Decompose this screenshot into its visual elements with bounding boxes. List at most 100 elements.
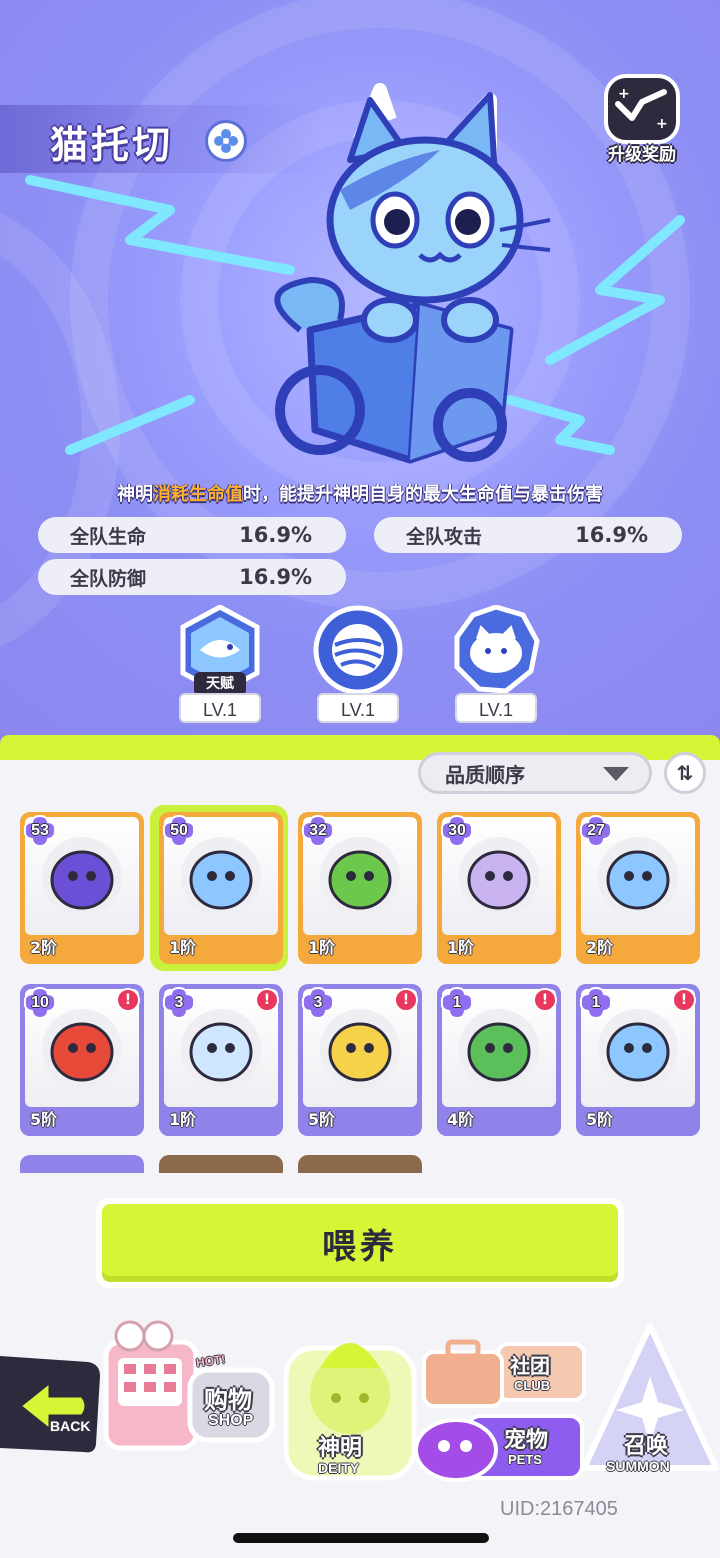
pet-card[interactable]: 5阶 10! [20, 984, 144, 1136]
pet-level-badge: 3 [162, 987, 196, 1019]
deity-label-en: DEITY [318, 1460, 360, 1476]
deity-label: 神明 [318, 1436, 363, 1461]
pet-tier: 2阶 [30, 938, 58, 957]
back-label: BACK [50, 1418, 91, 1434]
pet-card[interactable]: 1阶 3! [159, 984, 283, 1136]
box-cat-pet-artwork [274, 83, 551, 464]
briefcase-icon [422, 1339, 586, 1408]
alert-icon: ! [394, 988, 418, 1012]
pet-tier: 1阶 [169, 1110, 197, 1129]
pet-tier: 1阶 [308, 938, 336, 957]
user-id: UID:2167405 [500, 1498, 618, 1520]
yarn-ball-skill-icon [313, 605, 403, 695]
nav-summon[interactable]: 召唤 SUMMON [580, 1318, 720, 1484]
pet-level-badge: 1 [579, 987, 613, 1019]
pet-card[interactable]: 1阶 32 [298, 812, 422, 964]
pet-level: 27 [587, 822, 605, 839]
cat-skill-icon [454, 605, 540, 694]
club-label-en: CLUB [514, 1378, 551, 1393]
alert-icon: ! [672, 988, 696, 1012]
description-highlight: 消耗生命值 [153, 484, 243, 505]
description-suffix: 时，能提升神明自身的最大生命值与暴击伤害 [243, 484, 603, 505]
pet-level: 53 [31, 822, 49, 839]
pet-level: 32 [309, 822, 327, 839]
nav-deity[interactable]: 神明 DEITY [280, 1318, 420, 1484]
skill-yarn-ball[interactable]: LV.1 [308, 605, 408, 725]
pet-tier: 1阶 [169, 938, 197, 957]
pet-card[interactable]: 5阶 1! [576, 984, 700, 1136]
nav-club[interactable]: 社团 CLUB [418, 1336, 588, 1410]
pet-level: 1 [591, 994, 601, 1011]
pet-level: 3 [174, 994, 184, 1011]
pet-level-badge: 10 [23, 987, 57, 1019]
alert-icon: ! [255, 988, 279, 1012]
shop-label-en: SHOP [208, 1412, 254, 1429]
alert-icon: ! [533, 988, 557, 1012]
sort-selected-label: 品质顺序 [445, 762, 525, 787]
pet-level: 10 [31, 994, 49, 1011]
pet-level-badge: 50 [162, 815, 196, 847]
skill-talent[interactable]: 天赋 LV.1 [170, 605, 270, 725]
pet-card[interactable]: 4阶 1! [437, 984, 561, 1136]
upgrade-reward-label: 升级奖励 [608, 145, 676, 165]
pet-card[interactable]: 1阶 30 [437, 812, 561, 964]
swap-order-icon[interactable]: ⇅ [664, 752, 706, 794]
pet-card-partial[interactable] [298, 1155, 422, 1173]
summon-label-en: SUMMON [606, 1458, 670, 1474]
pets-label-en: PETS [508, 1452, 542, 1467]
pet-level-badge: 1 [440, 987, 474, 1019]
stat-value: 16.9% [239, 523, 312, 547]
pet-level-badge: 3 [301, 987, 335, 1019]
pet-level: 1 [452, 994, 462, 1011]
home-indicator[interactable] [233, 1533, 489, 1543]
pet-card-partial[interactable] [159, 1155, 283, 1173]
pet-tier: 2阶 [586, 938, 614, 957]
description-prefix: 神明 [117, 484, 153, 505]
stat-value: 16.9% [575, 523, 648, 547]
summon-label: 召唤 [624, 1434, 669, 1459]
stat-label: 全队攻击 [406, 525, 483, 548]
pet-card[interactable]: 2阶 53 [20, 812, 144, 964]
nav-shop[interactable]: HOT! 购物 SHOP [100, 1312, 276, 1456]
skill-level: LV.1 [179, 693, 261, 723]
skill-level: LV.1 [317, 693, 399, 723]
pet-hero-panel: 猫托切 + + 升级奖励 神明消耗生命值时，能提升神明自身的最大生命值与暴击伤害… [0, 0, 720, 780]
chevron-down-icon [603, 767, 629, 781]
pet-level-badge: 32 [301, 815, 335, 847]
svg-text:+: + [618, 86, 630, 102]
swap-order-glyph: ⇅ [676, 761, 694, 785]
pet-tier: 5阶 [586, 1110, 614, 1129]
pet-description: 神明消耗生命值时，能提升神明自身的最大生命值与暴击伤害 [0, 480, 720, 506]
pet-tier: 1阶 [447, 938, 475, 957]
pet-card-partial[interactable] [20, 1155, 144, 1173]
pet-tier: 5阶 [30, 1110, 58, 1129]
pet-level: 3 [313, 994, 323, 1011]
pet-level: 50 [170, 822, 188, 839]
pet-card[interactable]: 2阶 27 [576, 812, 700, 964]
pet-level-badge: 53 [23, 815, 57, 847]
pet-level: 30 [448, 822, 466, 839]
feed-button[interactable]: 喂养 [96, 1198, 624, 1288]
pet-tier: 4阶 [447, 1110, 475, 1129]
back-button[interactable]: BACK [0, 1352, 102, 1456]
upgrade-reward-button[interactable]: + + 升级奖励 [596, 70, 688, 166]
boost-icon: + + [604, 74, 680, 144]
sort-dropdown[interactable]: 品质顺序 [418, 752, 652, 794]
pets-label: 宠物 [504, 1428, 549, 1453]
pet-blob-icon [414, 1414, 584, 1482]
feed-button-label: 喂养 [102, 1204, 618, 1282]
club-label: 社团 [510, 1354, 550, 1378]
shop-label: 购物 [204, 1386, 252, 1414]
skill-cat[interactable]: LV.1 [446, 605, 546, 725]
nav-pets[interactable]: 宠物 PETS [408, 1410, 584, 1484]
stat-label: 全队生命 [70, 525, 147, 548]
zigzag-decoration [65, 395, 195, 455]
svg-text:+: + [656, 116, 668, 132]
pet-card[interactable]: 1阶 50 [159, 812, 283, 964]
pet-card[interactable]: 5阶 3! [298, 984, 422, 1136]
alert-icon: ! [116, 988, 140, 1012]
pet-level-badge: 30 [440, 815, 474, 847]
stat-value: 16.9% [239, 565, 312, 589]
pet-tier: 5阶 [308, 1110, 336, 1129]
stat-team-def: 全队防御 16.9% [38, 559, 346, 595]
